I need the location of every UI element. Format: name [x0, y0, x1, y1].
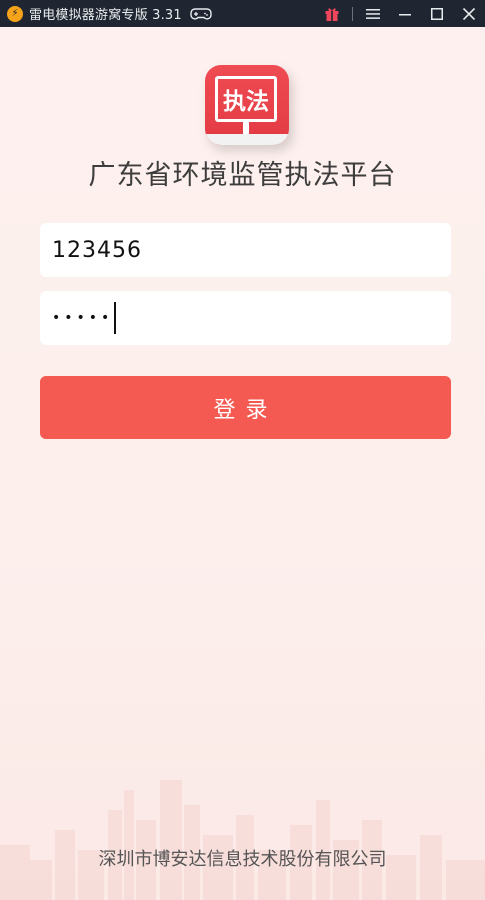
login-screen: 执法 广东省环境监管执法平台 123456 ••••• 登录 深圳市博安达信息技… [0, 27, 485, 900]
maximize-icon [431, 7, 443, 20]
window-controls [316, 0, 485, 27]
password-field[interactable]: ••••• [40, 291, 451, 345]
login-button[interactable]: 登录 [40, 376, 451, 439]
gamepad-icon[interactable] [190, 7, 212, 21]
app-logo-icon: 执法 [205, 65, 289, 145]
close-button[interactable] [453, 0, 485, 27]
app-title: 广东省环境监管执法平台 [88, 160, 397, 191]
emulator-title-bar: ⚡ 雷电模拟器游窝专版 3.31 [0, 0, 485, 27]
password-value: ••••• [52, 310, 114, 326]
username-value: 123456 [52, 237, 142, 263]
law-enforcement-sign: 执法 [215, 76, 277, 122]
gift-icon [325, 7, 339, 21]
minimize-icon [399, 13, 411, 15]
text-cursor [114, 302, 116, 334]
window-title: 雷电模拟器游窝专版 3.31 [29, 8, 182, 23]
login-button-label: 登录 [213, 397, 278, 423]
gift-button[interactable] [316, 0, 348, 27]
sign-post [243, 122, 249, 134]
city-skyline-illustration [0, 780, 485, 900]
menu-icon [366, 8, 380, 19]
username-field[interactable]: 123456 [40, 223, 451, 277]
title-separator [352, 6, 353, 21]
app-icon-text: 执法 [223, 88, 269, 115]
company-footer: 深圳市博安达信息技术股份有限公司 [98, 849, 387, 870]
leidian-logo-icon: ⚡ [7, 5, 23, 22]
maximize-button[interactable] [421, 0, 453, 27]
minimize-button[interactable] [389, 0, 421, 27]
close-icon [463, 7, 475, 20]
menu-button[interactable] [357, 0, 389, 27]
sign-base [205, 134, 289, 145]
